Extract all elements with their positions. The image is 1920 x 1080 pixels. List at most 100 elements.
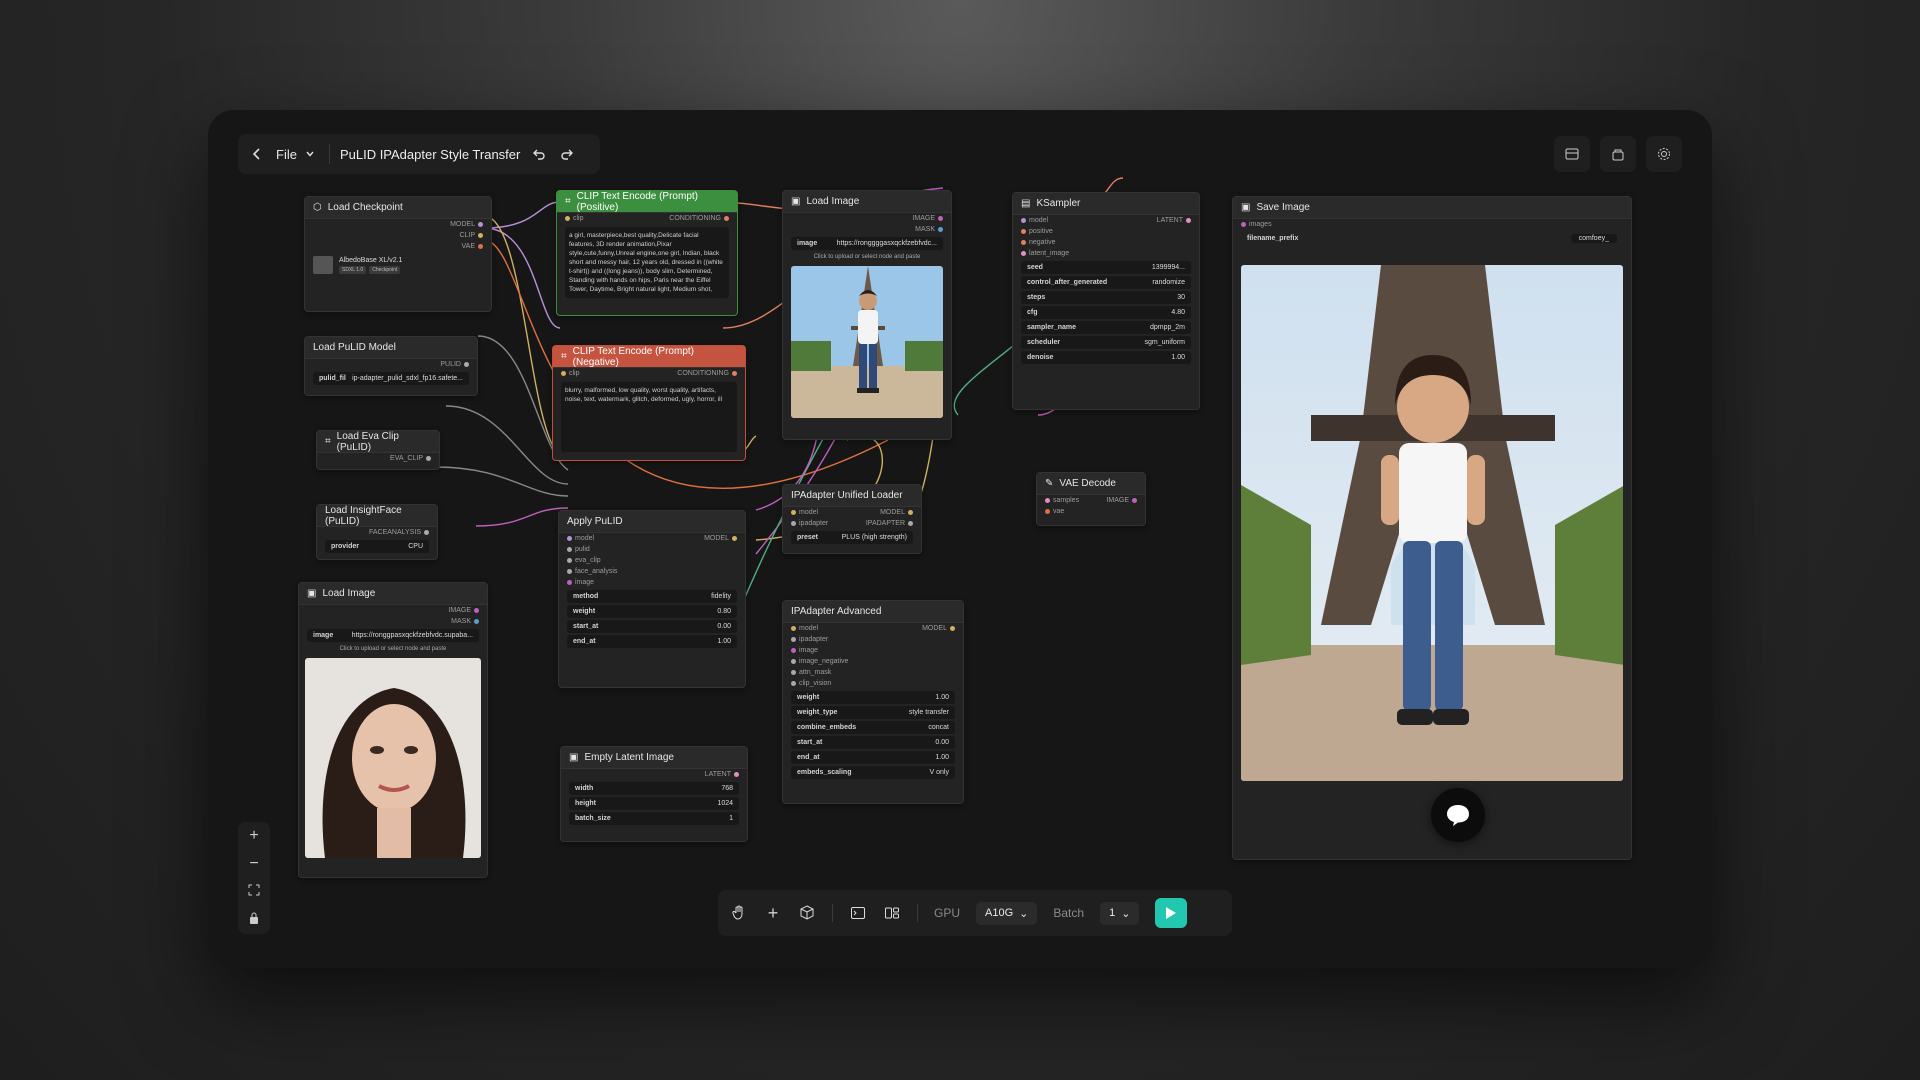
decode-icon: ✎ bbox=[1045, 478, 1054, 489]
node-header: IPAdapter Unified Loader bbox=[783, 485, 921, 507]
chevron-down-icon: ⌄ bbox=[1019, 907, 1029, 920]
zoom-in-icon[interactable]: + bbox=[249, 827, 258, 845]
height-field[interactable]: height 1024 bbox=[569, 797, 739, 810]
seed-field[interactable]: seed 1399994... bbox=[1021, 261, 1191, 274]
checkpoint-thumbnail bbox=[313, 256, 333, 274]
start-at-field[interactable]: start_at 0.00 bbox=[791, 736, 955, 749]
weight-field[interactable]: weight 1.00 bbox=[791, 691, 955, 704]
node-apply-pulid[interactable]: Apply PuLID model MODEL pulid eva_clip fa… bbox=[558, 510, 746, 688]
add-node-icon[interactable]: + bbox=[764, 903, 782, 923]
undo-icon[interactable] bbox=[530, 145, 548, 163]
node-header: ⌗ Load Eva Clip (PuLID) bbox=[317, 431, 439, 453]
embeds-scaling-field[interactable]: embeds_scaling V only bbox=[791, 766, 955, 779]
image-icon: ▣ bbox=[791, 196, 801, 207]
node-header: Load PuLID Model bbox=[305, 337, 477, 359]
width-field[interactable]: width 768 bbox=[569, 782, 739, 795]
separator bbox=[832, 904, 833, 922]
panel-icon[interactable] bbox=[1554, 136, 1590, 172]
chat-bubble-button[interactable] bbox=[1431, 788, 1485, 842]
node-clip-negative[interactable]: ⌗ CLIP Text Encode (Prompt)(Negative) cl… bbox=[552, 345, 746, 461]
scheduler-field[interactable]: scheduler sgm_uniform bbox=[1021, 336, 1191, 349]
image-url-field[interactable]: image https://ronggggasxqckfzebfvdc... bbox=[791, 237, 943, 250]
upload-hint[interactable]: Click to upload or select node and paste bbox=[307, 644, 479, 654]
node-canvas[interactable]: File PuLID IPAdapter Style Transfer ⬡ Lo… bbox=[208, 110, 1712, 968]
zoom-out-icon[interactable]: − bbox=[249, 855, 258, 873]
chat-icon bbox=[1447, 805, 1469, 826]
denoise-field[interactable]: denoise 1.00 bbox=[1021, 351, 1191, 364]
node-vae-decode[interactable]: ✎ VAE Decode samples IMAGE vae bbox=[1036, 472, 1146, 526]
node-empty-latent[interactable]: ▣ Empty Latent Image LATENT width 768 heig… bbox=[560, 746, 748, 842]
provider-field[interactable]: provider CPU bbox=[325, 540, 429, 553]
node-save-image[interactable]: ▣ Save Image images filename_prefix comfo… bbox=[1232, 196, 1632, 860]
node-header: Apply PuLID bbox=[559, 511, 745, 533]
hand-icon[interactable] bbox=[730, 904, 748, 922]
negative-prompt-text[interactable]: blurry, malformed, low quality, worst qu… bbox=[561, 382, 737, 452]
positive-prompt-text[interactable]: a girl, masterpiece,best quality,Delicat… bbox=[565, 227, 729, 298]
back-icon[interactable] bbox=[248, 145, 266, 163]
node-ipadapter-advanced[interactable]: IPAdapter Advanced model MODEL ipadapter … bbox=[782, 600, 964, 804]
batch-select[interactable]: 1 ⌄ bbox=[1100, 901, 1140, 925]
method-field[interactable]: method fidelity bbox=[567, 590, 737, 603]
terminal-icon[interactable] bbox=[849, 904, 867, 922]
node-load-eva-clip[interactable]: ⌗ Load Eva Clip (PuLID) EVA_CLIP bbox=[316, 430, 440, 470]
weight-field[interactable]: weight 0.80 bbox=[567, 605, 737, 618]
input-image: image bbox=[575, 579, 595, 586]
node-title: Apply PuLID bbox=[567, 516, 623, 527]
cfg-field[interactable]: cfg 4.80 bbox=[1021, 306, 1191, 319]
start-at-field[interactable]: start_at 0.00 bbox=[567, 620, 737, 633]
node-title: Load Eva Clip (PuLID) bbox=[336, 430, 399, 453]
pulid-file-field[interactable]: pulid_fil ip-adapter_pulid_sdxl_fp16.safe… bbox=[313, 372, 469, 385]
checkpoint-tag: SDXL 1.0 bbox=[339, 265, 367, 274]
image-url-field[interactable]: image https://ronggpasxqckfzebfvdc.supaba… bbox=[307, 629, 479, 642]
gear-icon[interactable] bbox=[1646, 136, 1682, 172]
node-load-insightface[interactable]: Load InsightFace (PuLID) FACEANALYSIS pr… bbox=[316, 504, 438, 560]
preset-field[interactable]: preset PLUS (high strength) bbox=[791, 531, 913, 544]
lock-icon[interactable] bbox=[249, 911, 259, 929]
node-header: ⌗ CLIP Text Encode (Prompt)(Positive) bbox=[557, 191, 737, 213]
output-ipadapter: IPADAPTER bbox=[865, 520, 905, 527]
node-load-image-top[interactable]: ▣ Load Image IMAGE MASK image https://ron… bbox=[782, 190, 952, 440]
checkpoint-selector[interactable]: AlbedoBase XL/v2.1 SDXL 1.0 Checkpoint bbox=[313, 256, 483, 274]
fit-view-icon[interactable] bbox=[248, 883, 260, 901]
gpu-select[interactable]: A10G ⌄ bbox=[976, 901, 1038, 925]
layout-icon[interactable] bbox=[883, 904, 901, 922]
node-load-pulid-model[interactable]: Load PuLID Model PULID pulid_fil ip-adapt… bbox=[304, 336, 478, 396]
node-title: CLIP Text Encode (Prompt)(Positive) bbox=[576, 190, 698, 213]
end-at-field[interactable]: end_at 1.00 bbox=[567, 635, 737, 648]
input-negative: negative bbox=[1029, 239, 1056, 246]
node-clip-positive[interactable]: ⌗ CLIP Text Encode (Prompt)(Positive) cl… bbox=[556, 190, 738, 316]
input-face-analysis: face_analysis bbox=[575, 568, 618, 575]
output-latent: LATENT bbox=[1156, 217, 1183, 224]
input-clip-vision: clip_vision bbox=[799, 680, 832, 687]
node-ipadapter-loader[interactable]: IPAdapter Unified Loader model MODEL ipad… bbox=[782, 484, 922, 554]
node-load-image-bottom[interactable]: ▣ Load Image IMAGE MASK image https://rong… bbox=[298, 582, 488, 878]
node-title: Load PuLID Model bbox=[313, 342, 396, 353]
run-button[interactable] bbox=[1155, 898, 1188, 928]
node-header: ▣ Load Image bbox=[783, 191, 951, 213]
node-load-checkpoint[interactable]: ⬡ Load Checkpoint MODEL CLIP VAE AlbedoB… bbox=[304, 196, 492, 312]
control-after-generated-field[interactable]: control_after_generated randomize bbox=[1021, 276, 1191, 289]
input-attn-mask: attn_mask bbox=[799, 669, 832, 676]
sampler-name-field[interactable]: sampler_name dpmpp_2m bbox=[1021, 321, 1191, 334]
weight-type-field[interactable]: weight_type style transfer bbox=[791, 706, 955, 719]
output-clip: CLIP bbox=[459, 232, 483, 239]
queue-icon[interactable] bbox=[1600, 136, 1636, 172]
batch-size-field[interactable]: batch_size 1 bbox=[569, 812, 739, 825]
redo-icon[interactable] bbox=[558, 145, 576, 163]
cube-icon[interactable] bbox=[798, 904, 816, 922]
bottom-toolbar: + GPU A10G ⌄ Batch 1 ⌄ bbox=[718, 890, 1232, 936]
node-ksampler[interactable]: ▤ KSampler model LATENT positive negative… bbox=[1012, 192, 1200, 410]
gpu-label: GPU bbox=[934, 906, 961, 920]
node-title: Save Image bbox=[1256, 202, 1310, 213]
combine-embeds-field[interactable]: combine_embeds concat bbox=[791, 721, 955, 734]
file-menu-button[interactable]: File bbox=[276, 145, 319, 163]
steps-field[interactable]: steps 30 bbox=[1021, 291, 1191, 304]
checkpoint-tag: Checkpoint bbox=[369, 265, 401, 274]
upload-hint[interactable]: Click to upload or select node and paste bbox=[791, 252, 943, 262]
end-at-field[interactable]: end_at 1.00 bbox=[791, 751, 955, 764]
separator bbox=[328, 144, 330, 164]
image-icon: ▣ bbox=[1241, 202, 1251, 213]
filename-prefix-field[interactable]: filename_prefix comfoey_ bbox=[1241, 232, 1623, 245]
input-model: model bbox=[575, 535, 595, 542]
eiffel-reference-image bbox=[791, 266, 943, 418]
